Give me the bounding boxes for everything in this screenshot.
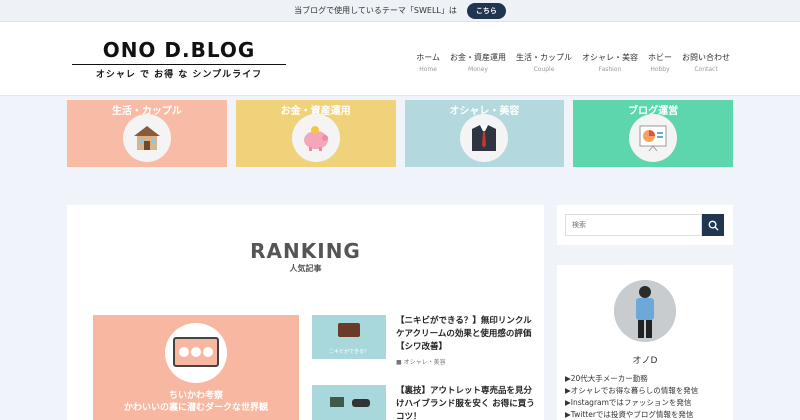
announcement-button[interactable]: こちら (466, 2, 506, 19)
nav-sublabel: Hobby (650, 66, 670, 73)
search-icon (708, 220, 719, 231)
profile-widget: オノD ▶20代大手メーカー勤務 ▶オシャレでお得な暮らしの情報を発信 ▶Ins… (557, 265, 733, 420)
nav-label: ホーム (416, 53, 440, 62)
nav-item-hobby[interactable]: ホビー Hobby (648, 52, 672, 73)
nav-label: 生活・カップル (516, 53, 572, 62)
featured-post[interactable]: ちいかわ考察 かわいいの裏に潜むダークな世界観 (93, 315, 299, 420)
nav-label: お金・資産運用 (450, 53, 506, 62)
profile-item: ▶Instagramではファッションを発信 (565, 398, 692, 407)
category-banner-fashion[interactable]: オシャレ・美容 (404, 100, 565, 167)
nav-item-contact[interactable]: お問い合わせ Contact (682, 52, 730, 73)
ranking-title: RANKING (250, 239, 361, 263)
nav-label: ホビー (648, 53, 672, 62)
profile-item: ▶オシャレでお得な暮らしの情報を発信 (565, 386, 699, 395)
post-thumbnail: ニキビができる？ (312, 315, 386, 359)
nav-item-fashion[interactable]: オシャレ・美容 Fashion (582, 52, 638, 73)
featured-title-line: かわいいの裏に潜むダークな世界観 (123, 403, 268, 413)
house-icon (122, 114, 171, 162)
post-category: ■ オシャレ・美容 (396, 359, 446, 366)
profile-name: オノD (632, 356, 658, 366)
post-category-label: オシャレ・美容 (403, 359, 446, 366)
logo-divider (72, 64, 286, 65)
announcement-text: 当ブログで使用しているテーマ「SWELL」は (294, 6, 457, 15)
main-nav: ホーム Home お金・資産運用 Money 生活・カップル Couple オシャレ・… (416, 52, 730, 73)
nav-sublabel: Contact (694, 66, 718, 73)
ranking-section: RANKING 人気記事 ちいかわ考察 かわいいの裏に潜むダークな世界観 ニキビ… (67, 205, 544, 420)
nav-label: お問い合わせ (682, 53, 730, 62)
logo-title: ONO D.BLOG (102, 38, 256, 62)
piggy-bank-icon (291, 114, 340, 162)
profile-item: ▶20代大手メーカー勤務 (565, 374, 648, 383)
suit-icon (460, 114, 509, 162)
site-logo[interactable]: ONO D.BLOG オシャレ で お得 な シンプルライフ (72, 38, 286, 80)
post-title: 【ニキビができる？】無印リンクルケアクリームの効果と使用感の評価【シワ改善】 (396, 316, 532, 352)
nav-item-money[interactable]: お金・資産運用 Money (450, 52, 506, 73)
search-widget (557, 205, 733, 245)
search-button[interactable] (702, 214, 724, 236)
nav-item-home[interactable]: ホーム Home (416, 52, 440, 73)
chart-board-icon (629, 114, 678, 162)
nav-item-couple[interactable]: 生活・カップル Couple (516, 52, 572, 73)
nav-sublabel: Money (468, 66, 488, 73)
category-banners: 生活・カップル お金・資産運用 オシャレ・美容 ブログ運営 (67, 100, 733, 167)
nav-label: オシャレ・美容 (582, 53, 638, 62)
thumbnail-caption: ニキビができる？ (329, 349, 369, 355)
category-banner-blog[interactable]: ブログ運営 (573, 100, 733, 167)
post-title: 【裏技】アウトレット専売品を見分けハイブランド服を安く お得に買うコツ！ (396, 386, 535, 420)
monitor-screen (173, 337, 219, 367)
nav-sublabel: Home (419, 66, 437, 73)
logo-tagline: オシャレ で お得 な シンプルライフ (95, 70, 263, 80)
ranking-subtitle: 人気記事 (289, 264, 322, 273)
profile-list: ▶20代大手メーカー勤務 ▶オシャレでお得な暮らしの情報を発信 ▶Instagr… (565, 373, 698, 420)
announcement-bar: 当ブログで使用しているテーマ「SWELL」は こちら (0, 0, 800, 22)
avatar (614, 280, 676, 342)
category-banner-money[interactable]: お金・資産運用 (235, 100, 396, 167)
search-input[interactable] (565, 214, 702, 236)
post-thumbnail (312, 385, 386, 420)
category-banner-couple[interactable]: 生活・カップル (67, 100, 227, 167)
nav-sublabel: Fashion (598, 66, 622, 73)
profile-item: ▶Twitterでは投資やブログ情報を発信 (565, 410, 694, 419)
featured-post-title: ちいかわ考察 かわいいの裏に潜むダークな世界観 (93, 390, 299, 414)
ranking-heading: RANKING 人気記事 (67, 239, 544, 274)
site-header: ONO D.BLOG オシャレ で お得 な シンプルライフ ホーム Home お… (0, 22, 800, 96)
nav-sublabel: Couple (533, 66, 555, 73)
featured-title-line: ちいかわ考察 (168, 391, 223, 401)
